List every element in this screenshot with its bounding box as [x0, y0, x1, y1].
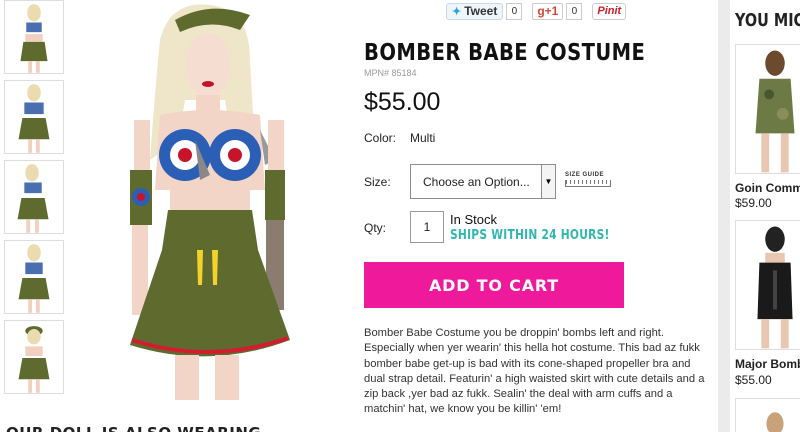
rail-item-image-2[interactable]: [735, 220, 800, 350]
thumbnail-4[interactable]: [4, 240, 64, 314]
gplus-label: g+1: [537, 4, 559, 18]
thumbnail-strip: [0, 0, 66, 432]
qty-label: Qty:: [364, 221, 387, 235]
gplus-count: 0: [566, 2, 583, 20]
social-share-bar: ✦ Tweet 0 g+1 0 Pinit: [446, 2, 627, 20]
product-price: $55.00: [364, 88, 441, 116]
thumbnail-5[interactable]: [4, 320, 64, 394]
stock-status: In Stock: [450, 212, 497, 227]
gplus-button[interactable]: g+1: [532, 2, 564, 20]
add-to-cart-button[interactable]: ADD TO CART: [364, 262, 624, 308]
chevron-down-icon[interactable]: ▼: [541, 165, 555, 198]
thumbnail-3[interactable]: [4, 160, 64, 234]
product-description: Bomber Babe Costume you be droppin' bomb…: [364, 327, 705, 416]
quantity-input[interactable]: 1: [410, 211, 444, 243]
shipping-note: SHIPS WITHIN 24 HOURS!: [450, 228, 610, 243]
recommendations-rail: YOU MIGHT ALSO LIKE Goin Commando $59.00…: [730, 0, 800, 432]
size-guide-link[interactable]: SIZE GUIDE: [565, 172, 604, 178]
thumbnail-1[interactable]: [4, 0, 64, 74]
color-label: Color:: [364, 131, 397, 145]
rail-item-image-1[interactable]: [735, 44, 800, 174]
pinit-button[interactable]: Pinit: [592, 2, 627, 20]
product-title: BOMBER BABE COSTUME: [364, 40, 646, 66]
tweet-label: Tweet: [464, 4, 498, 18]
rail-item-price-1: $59.00: [735, 196, 772, 210]
main-product-image[interactable]: [90, 0, 360, 400]
size-select-value: Choose an Option...: [423, 174, 530, 189]
size-select[interactable]: Choose an Option... ▼: [410, 164, 556, 199]
thumbnail-2[interactable]: [4, 80, 64, 154]
gplus-share: g+1 0: [532, 2, 583, 20]
rail-item-price-2: $55.00: [735, 373, 772, 387]
twitter-bird-icon: ✦: [452, 5, 462, 18]
product-mpn: MPN# 85184: [364, 68, 417, 78]
tweet-button[interactable]: ✦ Tweet: [446, 2, 504, 20]
rail-item-image-3[interactable]: [735, 398, 800, 432]
ruler-icon[interactable]: [565, 180, 611, 187]
also-wearing-heading: OUR DOLL IS ALSO WEARING: [6, 424, 261, 432]
rail-item-name-2[interactable]: Major Bombshell: [735, 357, 800, 371]
pinit-label: Pinit: [597, 5, 622, 17]
tweet-count: 0: [506, 2, 523, 20]
rail-item-name-1[interactable]: Goin Commando: [735, 181, 800, 195]
color-value: Multi: [410, 131, 436, 145]
size-label: Size:: [364, 175, 391, 189]
tweet-share: ✦ Tweet 0: [446, 2, 523, 20]
rail-divider: [718, 0, 730, 432]
rail-title: YOU MIGHT ALSO LIKE: [735, 10, 800, 31]
